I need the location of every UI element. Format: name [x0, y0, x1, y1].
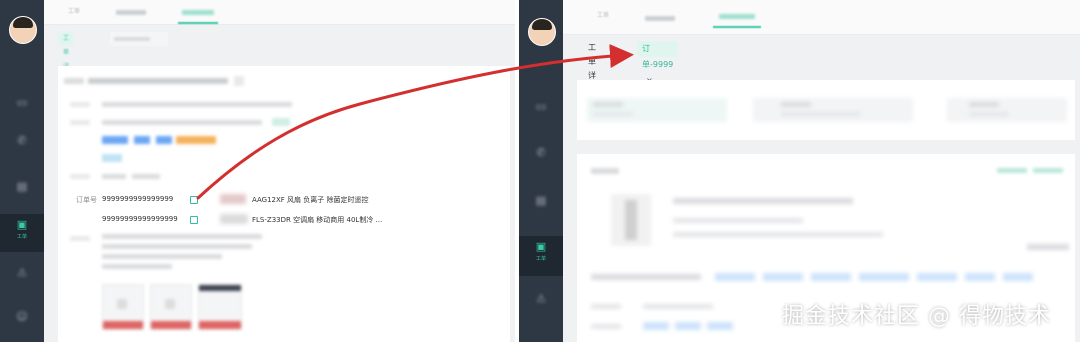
subtab-order[interactable]: 订单-9999 × — [637, 41, 679, 85]
top-tab-2[interactable] — [116, 10, 146, 15]
warning-icon: ⚠ — [17, 266, 27, 279]
top-tab-2[interactable] — [645, 16, 675, 21]
nav-item-5[interactable]: ⚠ — [0, 262, 44, 300]
top-tab-3[interactable] — [713, 4, 761, 28]
subtab-order-label: 订单-9999 — [642, 44, 674, 69]
product-name: FLS-Z33DR 空调扇 移动商用 40L制冷 ... — [252, 216, 383, 224]
top-tab-bar: 工单 — [563, 0, 1080, 35]
sidebar: ▭ ✆ ▤ ▣ 工单 ⚠ — [519, 0, 563, 342]
nav-item-1[interactable]: ▭ — [0, 92, 44, 130]
progress-card — [577, 80, 1075, 140]
nav-item-ticket[interactable]: ▣ 工单 — [0, 214, 44, 252]
right-panel: ▭ ✆ ▤ ▣ 工单 ⚠ 工单 工单详情 订单-9999 × — [519, 0, 1080, 342]
attachment-thumb[interactable] — [150, 284, 192, 330]
nav-item-5[interactable]: ⚠ — [519, 288, 563, 326]
user-icon: ☺ — [16, 310, 28, 323]
phone-icon: ✆ — [17, 134, 27, 147]
ticket-icon: ▣ — [535, 240, 547, 253]
attachment-thumb[interactable] — [198, 284, 242, 330]
nav-item-2[interactable]: ✆ — [519, 142, 563, 180]
nav-item-2[interactable]: ✆ — [0, 130, 44, 168]
subtab-order[interactable] — [110, 32, 168, 46]
nav-item-3[interactable]: ▤ — [519, 190, 563, 228]
product-name: AAG12XF 风扇 负离子 除菌定时遥控 — [252, 196, 369, 204]
top-tab-bar: 工单 — [44, 0, 515, 25]
link-icon[interactable] — [190, 216, 198, 224]
phone-icon: ✆ — [536, 146, 546, 159]
product-thumb — [220, 214, 248, 224]
ticket-detail-card: 订单号 9999999999999999 AAG12XF 风扇 负离子 除菌定时… — [58, 66, 510, 342]
nav-item-1[interactable]: ▭ — [519, 96, 563, 134]
watermark: 掘金技术社区 @ 得物技术 — [782, 304, 1051, 329]
attachment-thumb[interactable] — [102, 284, 144, 330]
top-tab-1[interactable]: 工单 — [597, 4, 609, 28]
order-number[interactable]: 9999999999999999 — [102, 195, 173, 203]
chart-icon: ▤ — [16, 180, 28, 193]
order-number[interactable]: 99999999999999999 — [102, 215, 178, 223]
avatar[interactable] — [528, 18, 556, 46]
monitor-icon: ▭ — [16, 96, 28, 109]
monitor-icon: ▭ — [535, 100, 547, 113]
nav-item-3[interactable]: ▤ — [0, 176, 44, 214]
warning-icon: ⚠ — [536, 292, 546, 305]
link-icon[interactable] — [190, 196, 198, 204]
subtab-detail[interactable]: 工单详情 — [58, 32, 75, 84]
nav-item-ticket[interactable]: ▣ 工单 — [519, 236, 563, 276]
subtab-detail[interactable]: 工单详情 — [583, 41, 601, 94]
top-tab-1[interactable]: 工单 — [68, 0, 80, 24]
chart-icon: ▤ — [535, 194, 547, 207]
avatar[interactable] — [9, 16, 37, 44]
order-number-label: 订单号 — [76, 196, 97, 204]
nav-item-6[interactable]: ☺ — [0, 306, 44, 342]
top-tab-3[interactable] — [178, 0, 218, 24]
left-panel: ▭ ✆ ▤ ▣ 工单 ⚠ ☺ 工单 工单详情 — [0, 0, 515, 342]
product-thumb — [220, 194, 246, 204]
ticket-icon: ▣ — [16, 218, 28, 231]
sidebar: ▭ ✆ ▤ ▣ 工单 ⚠ ☺ — [0, 0, 44, 342]
